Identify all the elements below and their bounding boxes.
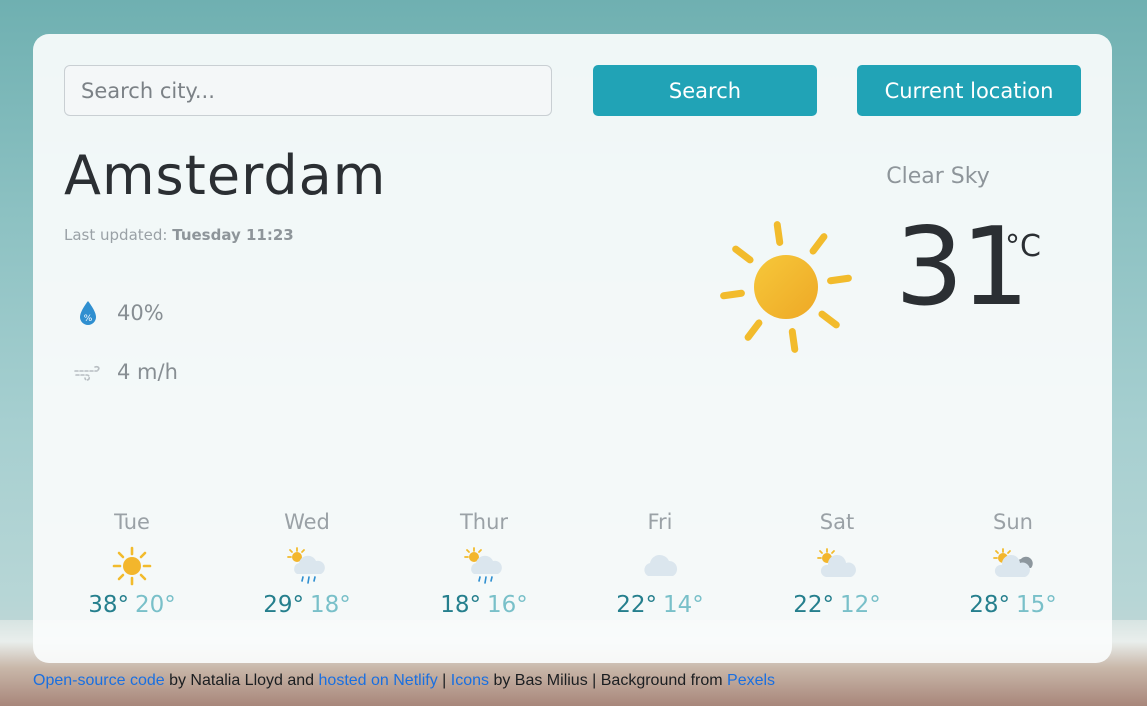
current-location-button[interactable]: Current location bbox=[857, 65, 1081, 116]
footer-text: by Natalia Lloyd and bbox=[164, 672, 319, 689]
forecast-day: Sun 28° 15° bbox=[933, 510, 1093, 618]
forecast-day-name: Fri bbox=[647, 510, 673, 534]
weather-card: Search Current location Amsterdam Last u… bbox=[33, 34, 1112, 663]
forecast-high: 22° bbox=[793, 592, 834, 618]
footer: Open-source code by Natalia Lloyd and ho… bbox=[33, 672, 775, 690]
forecast-low: 14° bbox=[663, 592, 704, 618]
search-input[interactable] bbox=[64, 65, 552, 116]
partly-cloudy-dark-icon bbox=[993, 548, 1033, 577]
humidity-value: 40% bbox=[117, 301, 164, 325]
forecast-temps: 22° 12° bbox=[757, 592, 917, 618]
partly-sunny-rain-icon bbox=[287, 547, 325, 584]
netlify-link[interactable]: hosted on Netlify bbox=[319, 672, 438, 689]
search-button[interactable]: Search bbox=[593, 65, 817, 116]
forecast-day: Sat 22° 12° bbox=[757, 510, 917, 618]
forecast-low: 16° bbox=[487, 592, 528, 618]
footer-text: by Bas Milius | Background from bbox=[489, 672, 728, 689]
forecast-day: Fri 22° 14° bbox=[580, 510, 740, 618]
forecast-row: Tue 38° 20° Wed 29° 18° Thur 18° 16° Fri… bbox=[33, 510, 1112, 630]
partly-cloudy-icon bbox=[817, 548, 856, 577]
forecast-day-name: Wed bbox=[284, 510, 330, 534]
humidity-stat: % 40% bbox=[73, 298, 164, 328]
forecast-temps: 28° 15° bbox=[933, 592, 1093, 618]
forecast-day-name: Tue bbox=[114, 510, 150, 534]
forecast-low: 15° bbox=[1016, 592, 1057, 618]
humidity-drop-icon: % bbox=[80, 301, 96, 325]
temperature-unit: °C bbox=[1005, 229, 1041, 264]
forecast-day-name: Thur bbox=[459, 510, 509, 534]
cloud-icon bbox=[644, 554, 678, 576]
forecast-high: 28° bbox=[969, 592, 1010, 618]
open-source-link[interactable]: Open-source code bbox=[33, 672, 165, 689]
forecast-temps: 22° 14° bbox=[580, 592, 740, 618]
last-updated-value: Tuesday 11:23 bbox=[172, 226, 294, 244]
sun-icon bbox=[720, 221, 852, 353]
forecast-day-name: Sun bbox=[993, 510, 1033, 534]
forecast-high: 38° bbox=[88, 592, 129, 618]
wind-icon bbox=[74, 365, 100, 381]
footer-separator: | bbox=[437, 672, 451, 689]
forecast-temps: 38° 20° bbox=[52, 592, 212, 618]
forecast-day: Tue 38° 20° bbox=[52, 510, 212, 618]
forecast-temps: 29° 18° bbox=[227, 592, 387, 618]
forecast-high: 18° bbox=[440, 592, 481, 618]
city-name: Amsterdam bbox=[64, 144, 387, 207]
weather-description: Clear Sky bbox=[886, 164, 990, 189]
forecast-low: 18° bbox=[310, 592, 351, 618]
last-updated-label: Last updated: bbox=[64, 226, 168, 244]
wind-value: 4 m/h bbox=[117, 360, 178, 384]
partly-sunny-rain-icon bbox=[464, 547, 502, 584]
forecast-day: Thur 18° 16° bbox=[404, 510, 564, 618]
icons-link[interactable]: Icons bbox=[451, 672, 489, 689]
forecast-high: 22° bbox=[616, 592, 657, 618]
wind-stat: 4 m/h bbox=[73, 357, 178, 387]
forecast-low: 12° bbox=[840, 592, 881, 618]
pexels-link[interactable]: Pexels bbox=[727, 672, 775, 689]
sun-icon bbox=[112, 546, 152, 586]
svg-text:%: % bbox=[84, 314, 93, 324]
forecast-day-name: Sat bbox=[819, 510, 855, 534]
last-updated: Last updated: Tuesday 11:23 bbox=[64, 226, 294, 244]
forecast-temps: 18° 16° bbox=[404, 592, 564, 618]
forecast-high: 29° bbox=[263, 592, 304, 618]
forecast-day: Wed 29° 18° bbox=[227, 510, 387, 618]
forecast-low: 20° bbox=[135, 592, 176, 618]
